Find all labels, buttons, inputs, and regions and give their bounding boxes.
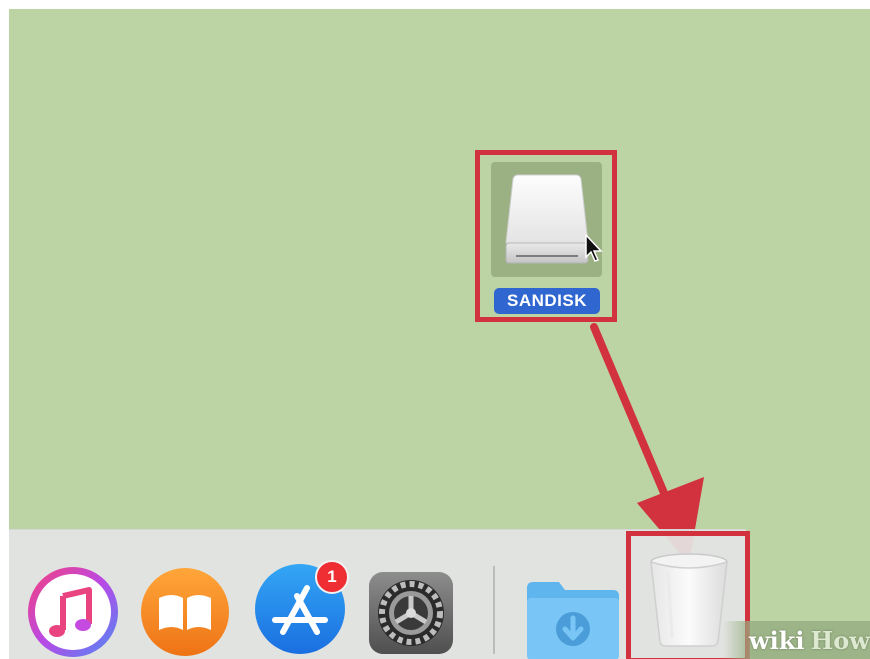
notification-badge: 1 — [315, 560, 349, 594]
watermark-how: How — [810, 625, 870, 655]
gear-icon[interactable] — [365, 570, 457, 656]
external-drive-icon[interactable] — [502, 169, 592, 269]
desktop: SANDISK 1 wiki How — [9, 9, 870, 659]
dock-divider — [493, 566, 495, 654]
wikihow-watermark: wiki How — [723, 621, 870, 659]
itunes-icon[interactable] — [25, 564, 121, 659]
trash-icon[interactable] — [644, 544, 734, 649]
downloads-folder-icon[interactable] — [523, 568, 623, 659]
mouse-cursor-icon — [585, 234, 603, 262]
drive-label[interactable]: SANDISK — [494, 288, 600, 314]
watermark-wiki: wiki — [749, 625, 805, 655]
ibooks-icon[interactable] — [139, 566, 231, 658]
